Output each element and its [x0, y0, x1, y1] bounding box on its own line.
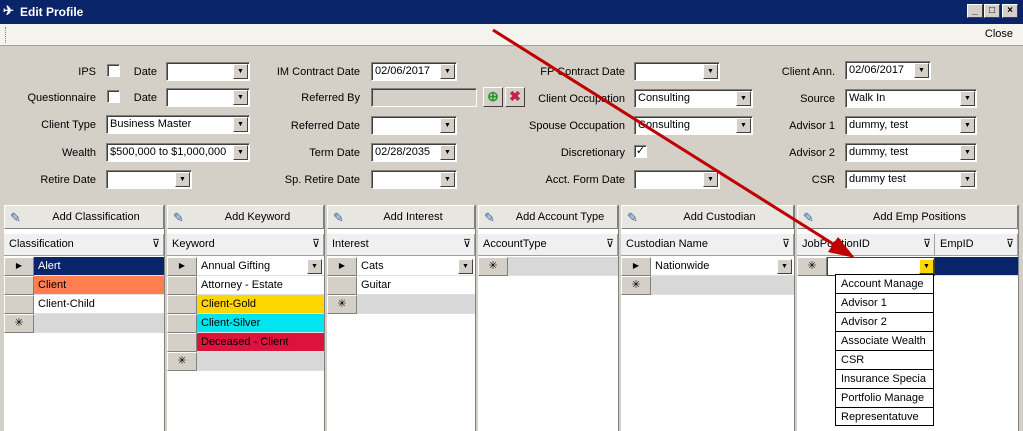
annotation-arrow: [492, 28, 855, 258]
